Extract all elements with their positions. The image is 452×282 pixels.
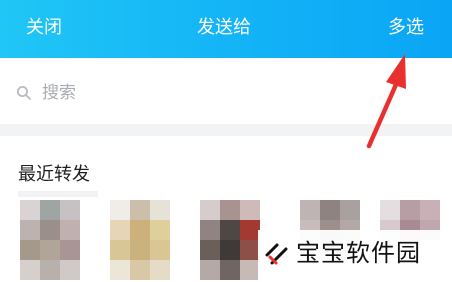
- watermark-text: 宝宝软件园: [296, 239, 421, 267]
- divider: [0, 124, 452, 136]
- contact-avatar[interactable]: [200, 200, 262, 282]
- top-bar: 关闭 发送给 多选: [0, 0, 452, 58]
- close-button[interactable]: 关闭: [26, 17, 62, 39]
- contact-avatar[interactable]: [20, 200, 82, 282]
- page-title: 发送给: [197, 17, 251, 38]
- search-input[interactable]: 搜索: [42, 83, 76, 103]
- contact-avatar[interactable]: [110, 200, 186, 282]
- multiselect-button[interactable]: 多选: [388, 17, 424, 39]
- section-underline: [18, 191, 98, 197]
- recent-forward-title: 最近转发: [18, 164, 90, 185]
- search-icon: [17, 86, 31, 100]
- watermark-logo-icon: [265, 243, 288, 265]
